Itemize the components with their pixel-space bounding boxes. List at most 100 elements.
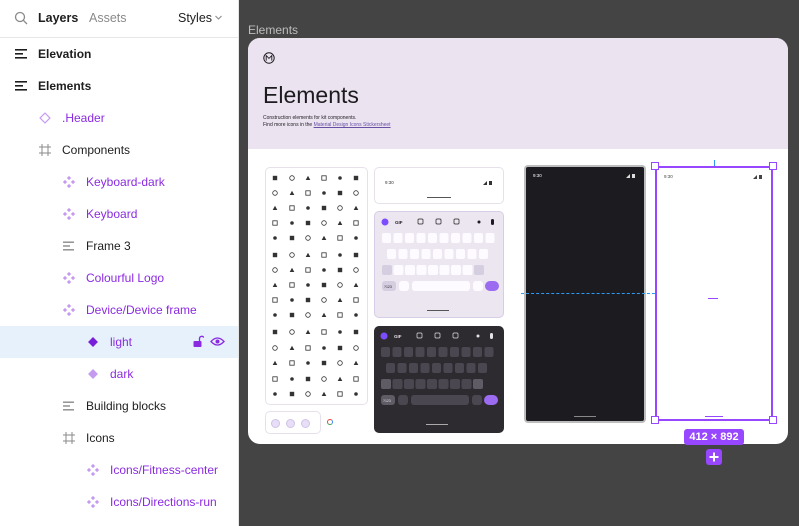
glyph-icon: [272, 345, 278, 351]
frame-grid-icon: [63, 432, 75, 444]
resize-handle-top-left[interactable]: [651, 162, 659, 170]
layer-row-components[interactable]: Components: [0, 134, 238, 166]
keyboard-key: [409, 363, 418, 373]
keyboard-key: [381, 347, 390, 357]
unlock-icon[interactable]: [192, 335, 204, 348]
glyph-icon: [305, 175, 311, 180]
layer-row-frame-3[interactable]: Frame 3: [0, 230, 238, 262]
glyph-icon: [272, 282, 278, 287]
glyph-icon: [353, 252, 359, 258]
layer-row-keyboard[interactable]: Keyboard: [0, 198, 238, 230]
layer-row-icons-fitness-center[interactable]: Icons/Fitness-center: [0, 454, 238, 486]
layer-name[interactable]: Components: [62, 143, 130, 157]
layer-row-device-device-frame[interactable]: Device/Device frame: [0, 294, 238, 326]
layer-name[interactable]: Colourful Logo: [86, 271, 164, 285]
keyboard-key: [421, 249, 431, 259]
layer-row-icons-directions-run[interactable]: Icons/Directions-run: [0, 486, 238, 518]
chip-panel[interactable]: [265, 411, 321, 434]
device-frame-light[interactable]: 9:30: [655, 166, 773, 421]
glyph-icon: [321, 220, 327, 226]
stickersheet-link[interactable]: Material Design Icons Stickersheet: [314, 122, 391, 128]
resize-handle-bottom-left[interactable]: [651, 416, 659, 424]
layer-name[interactable]: Device/Device frame: [86, 303, 197, 317]
instance-icon: [62, 271, 76, 285]
layer-name[interactable]: .Header: [62, 111, 105, 125]
glyph-icon: [337, 205, 343, 211]
glyph-icon: [289, 267, 295, 272]
layer-name[interactable]: Elements: [38, 79, 91, 93]
keyboard-gif-key: GIF: [395, 220, 403, 225]
frame-label[interactable]: Elements: [248, 23, 298, 37]
microphone-icon: [490, 333, 493, 339]
status-bar-card[interactable]: 9:30: [374, 167, 504, 204]
layer-row-elements[interactable]: Elements: [0, 70, 238, 102]
glyph-icon: [338, 176, 342, 180]
chevron-down-icon[interactable]: [214, 13, 223, 22]
keyboard-key: [393, 265, 404, 275]
layer-name[interactable]: Icons/Fitness-center: [110, 463, 218, 477]
keyboard-key: [404, 379, 414, 389]
keyboard-key: [392, 379, 403, 389]
layer-row-dark[interactable]: dark: [0, 358, 238, 390]
tab-layers[interactable]: Layers: [38, 11, 78, 25]
layer-row-header[interactable]: .Header: [0, 102, 238, 134]
keyboard-key: [392, 347, 402, 357]
glyph-icon: [337, 360, 343, 366]
glyph-icon: [289, 252, 295, 258]
keyboard-key: [386, 363, 395, 373]
layer-name[interactable]: Elevation: [38, 47, 91, 61]
keyboard-key: [451, 265, 461, 275]
layer-row-icons[interactable]: Icons: [0, 422, 238, 454]
glyph-icon: [322, 346, 326, 350]
elements-frame[interactable]: Elements Construction elements for kit c…: [248, 38, 788, 444]
keyboard-light[interactable]: GIF ?123: [374, 211, 504, 318]
glyph-icon: [321, 391, 327, 396]
layer-row-colourful-logo[interactable]: Colourful Logo: [0, 262, 238, 294]
layer-row-building-blocks[interactable]: Building blocks: [0, 390, 238, 422]
keyboard-key: [461, 347, 471, 357]
add-button[interactable]: [706, 449, 722, 465]
gesture-bar: [705, 416, 723, 417]
keyboard-key: [415, 347, 425, 357]
layer-name[interactable]: Frame 3: [86, 239, 131, 253]
layer-row-elevation[interactable]: Elevation: [0, 38, 238, 70]
glyph-icon: [272, 205, 278, 210]
layer-row-keyboard-dark[interactable]: Keyboard-dark: [0, 166, 238, 198]
glyph-icon: [353, 282, 359, 287]
keyboard-key: [485, 233, 495, 243]
keyboard-key: [466, 363, 476, 373]
plus-icon: [709, 452, 719, 462]
layers-panel: Layers Assets Styles Elevation Elements .H…: [0, 0, 239, 526]
layer-name[interactable]: light: [110, 335, 132, 349]
search-icon[interactable]: [14, 11, 28, 25]
styles-dropdown[interactable]: Styles: [178, 11, 212, 25]
glyph-icon: [273, 392, 277, 396]
keyboard-dark[interactable]: GIF ?123: [374, 326, 504, 433]
glyph-icon: [321, 297, 327, 303]
glyph-icon: [289, 282, 295, 288]
layer-name[interactable]: Building blocks: [86, 399, 166, 413]
resize-handle-bottom-right[interactable]: [769, 416, 777, 424]
tab-assets[interactable]: Assets: [89, 11, 127, 25]
status-time: 9:30: [385, 180, 394, 185]
keyboard-key: [410, 249, 419, 259]
keyboard-key: [398, 249, 408, 259]
glyph-icon: [289, 329, 295, 335]
keyboard-period-key: [473, 281, 483, 291]
icon-grid-panel[interactable]: [265, 167, 368, 405]
layer-row-light[interactable]: light: [0, 326, 238, 358]
glyph-icon: [290, 298, 294, 302]
layer-name[interactable]: Icons/Directions-run: [110, 495, 217, 509]
keyboard-key: [433, 249, 442, 259]
resize-handle-top-right[interactable]: [769, 162, 777, 170]
layer-name[interactable]: Keyboard: [86, 207, 137, 221]
layer-name[interactable]: Keyboard-dark: [86, 175, 165, 189]
glyph-icon: [306, 206, 310, 210]
glyph-icon: [306, 361, 310, 365]
layer-name[interactable]: dark: [110, 367, 133, 381]
layer-name[interactable]: Icons: [86, 431, 115, 445]
keyboard-key: [473, 379, 483, 389]
eye-icon[interactable]: [210, 336, 225, 347]
keyboard-key: [478, 363, 487, 373]
device-frame-dark[interactable]: 9:30: [524, 165, 646, 423]
